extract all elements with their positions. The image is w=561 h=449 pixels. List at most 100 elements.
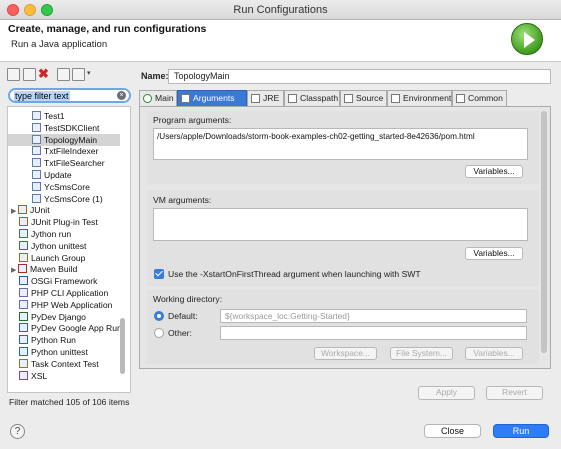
help-icon[interactable]: ? <box>10 424 25 439</box>
tab-jre[interactable]: JRE <box>247 90 284 106</box>
main-tab-icon <box>143 94 152 103</box>
header-subtitle: Run a Java application <box>11 39 108 50</box>
filter-config-icon[interactable] <box>72 68 85 81</box>
delete-config-icon[interactable]: ✖ <box>38 66 49 82</box>
tree-item-label: PyDev Django <box>31 311 86 322</box>
default-dir-radio[interactable] <box>154 311 164 321</box>
run-button[interactable]: Run <box>493 424 549 438</box>
tree-item[interactable]: PyDev Django <box>19 311 86 323</box>
tree-item[interactable]: PHP CLI Application <box>19 287 108 299</box>
name-input-value: TopologyMain <box>174 71 230 81</box>
working-directory-label: Working directory: <box>153 294 223 304</box>
default-dir-field[interactable]: ${workspace_loc:Getting-Started} <box>220 309 527 323</box>
tree-item[interactable]: OSGi Framework <box>19 275 97 287</box>
tab-source[interactable]: Source <box>340 90 387 106</box>
filter-input[interactable]: type filter text × <box>8 88 131 103</box>
tree-item[interactable]: XSL <box>19 370 47 382</box>
config-toolbar: ✖ ▾ <box>5 66 132 86</box>
expand-arrow-icon[interactable]: ▶ <box>11 265 18 277</box>
classpath-tab-icon <box>288 94 297 103</box>
tree-item[interactable]: Jython unittest <box>19 240 86 252</box>
launch-type-icon <box>19 358 28 368</box>
tree-item-label: TopologyMain <box>44 134 98 145</box>
file-system-button[interactable]: File System... <box>390 347 453 360</box>
launch-type-icon <box>19 323 28 333</box>
tab-common[interactable]: Common <box>452 90 507 106</box>
collapse-all-icon[interactable] <box>57 68 70 81</box>
other-dir-radio[interactable] <box>154 328 164 338</box>
program-variables-button[interactable]: Variables... <box>465 165 523 178</box>
tree-item[interactable]: Task Context Test <box>19 358 99 370</box>
tree-item-label: PHP Web Application <box>31 299 113 310</box>
tree-item[interactable]: Jython run <box>19 228 71 240</box>
config-tree[interactable]: Test1 TestSDKClient TopologyMain TxtFileInd… <box>7 106 131 393</box>
tab-environment-label: Environment <box>403 93 452 103</box>
tree-item-label: Launch Group <box>31 252 86 263</box>
tab-arguments-label: Arguments <box>193 93 235 103</box>
launch-type-icon <box>18 264 27 274</box>
tab-environment[interactable]: Environment <box>387 90 452 106</box>
source-tab-icon <box>344 94 353 103</box>
launch-type-icon <box>18 205 27 215</box>
tab-arguments[interactable]: Arguments <box>177 90 247 106</box>
revert-button[interactable]: Revert <box>486 386 543 400</box>
chevron-down-icon[interactable]: ▾ <box>87 69 91 77</box>
tab-source-label: Source <box>356 93 384 103</box>
tree-item[interactable]: Test1 <box>32 110 65 122</box>
launch-type-icon <box>32 181 41 191</box>
tree-item[interactable]: JUnit Plug-in Test <box>19 216 98 228</box>
vm-variables-button[interactable]: Variables... <box>465 247 523 260</box>
tree-item-label: JUnit Plug-in Test <box>31 217 98 228</box>
xstart-label: Use the -XstartOnFirstThread argument wh… <box>168 269 421 279</box>
tree-item[interactable]: Python Run <box>19 334 76 346</box>
apply-button[interactable]: Apply <box>418 386 475 400</box>
tree-item[interactable]: Python unittest <box>19 346 88 358</box>
tree-item-label: Task Context Test <box>31 358 99 369</box>
xstart-checkbox[interactable] <box>154 269 164 279</box>
tree-item[interactable]: TxtFileIndexer <box>32 145 98 157</box>
clear-filter-icon[interactable]: × <box>117 91 126 100</box>
tab-classpath-label: Classpath <box>300 93 339 103</box>
launch-type-icon <box>32 193 41 203</box>
tree-item[interactable]: ▶ Maven Build <box>11 263 77 275</box>
tab-common-label: Common <box>468 93 503 103</box>
program-args-input[interactable]: /Users/apple/Downloads/storm-book-exampl… <box>153 128 528 160</box>
expand-arrow-icon[interactable]: ▶ <box>11 206 18 218</box>
tree-item[interactable]: YcSmsCore <box>32 181 90 193</box>
name-label: Name: <box>141 71 169 81</box>
tree-item-label: Update <box>44 170 72 180</box>
launch-type-icon <box>32 134 41 144</box>
tree-item[interactable]: TxtFileSearcher <box>32 157 105 169</box>
workdir-variables-button[interactable]: Variables... <box>465 347 523 360</box>
tree-item[interactable]: PHP Web Application <box>19 299 112 311</box>
dialog-header: Create, manage, and run configurations R… <box>0 20 561 62</box>
program-args-label: Program arguments: <box>153 115 232 125</box>
tree-scrollbar[interactable] <box>120 318 125 374</box>
launch-type-icon <box>32 158 41 168</box>
workspace-button[interactable]: Workspace... <box>314 347 377 360</box>
other-dir-field[interactable] <box>220 326 527 340</box>
tree-item[interactable]: PyDev Google App Run <box>19 322 122 334</box>
tree-item[interactable]: TopologyMain <box>8 133 120 146</box>
tab-main[interactable]: Main <box>139 90 177 106</box>
arguments-tab-icon <box>181 94 190 103</box>
vm-args-input[interactable] <box>153 208 528 241</box>
launch-type-icon <box>19 288 28 297</box>
name-input[interactable]: TopologyMain <box>168 69 551 84</box>
tree-item[interactable]: Launch Group <box>19 252 85 264</box>
duplicate-config-icon[interactable] <box>23 68 36 81</box>
launch-type-icon <box>19 217 28 227</box>
new-config-icon[interactable] <box>7 68 20 81</box>
tree-item-label: YcSmsCore <box>44 181 90 192</box>
tree-item[interactable]: TestSDKClient <box>32 122 99 134</box>
tree-item-label: OSGi Framework <box>31 276 98 287</box>
other-dir-label: Other: <box>168 328 192 338</box>
tree-item[interactable]: Update <box>32 169 72 181</box>
tree-item[interactable]: ▶ JUnit <box>11 204 50 216</box>
panel-scrollbar[interactable] <box>541 111 547 353</box>
close-button[interactable]: Close <box>424 424 481 438</box>
tree-item[interactable]: YcSmsCore (1) <box>32 193 103 205</box>
filter-status: Filter matched 105 of 106 items <box>9 397 130 407</box>
header-title: Create, manage, and run configurations <box>8 23 207 35</box>
tab-classpath[interactable]: Classpath <box>284 90 340 106</box>
